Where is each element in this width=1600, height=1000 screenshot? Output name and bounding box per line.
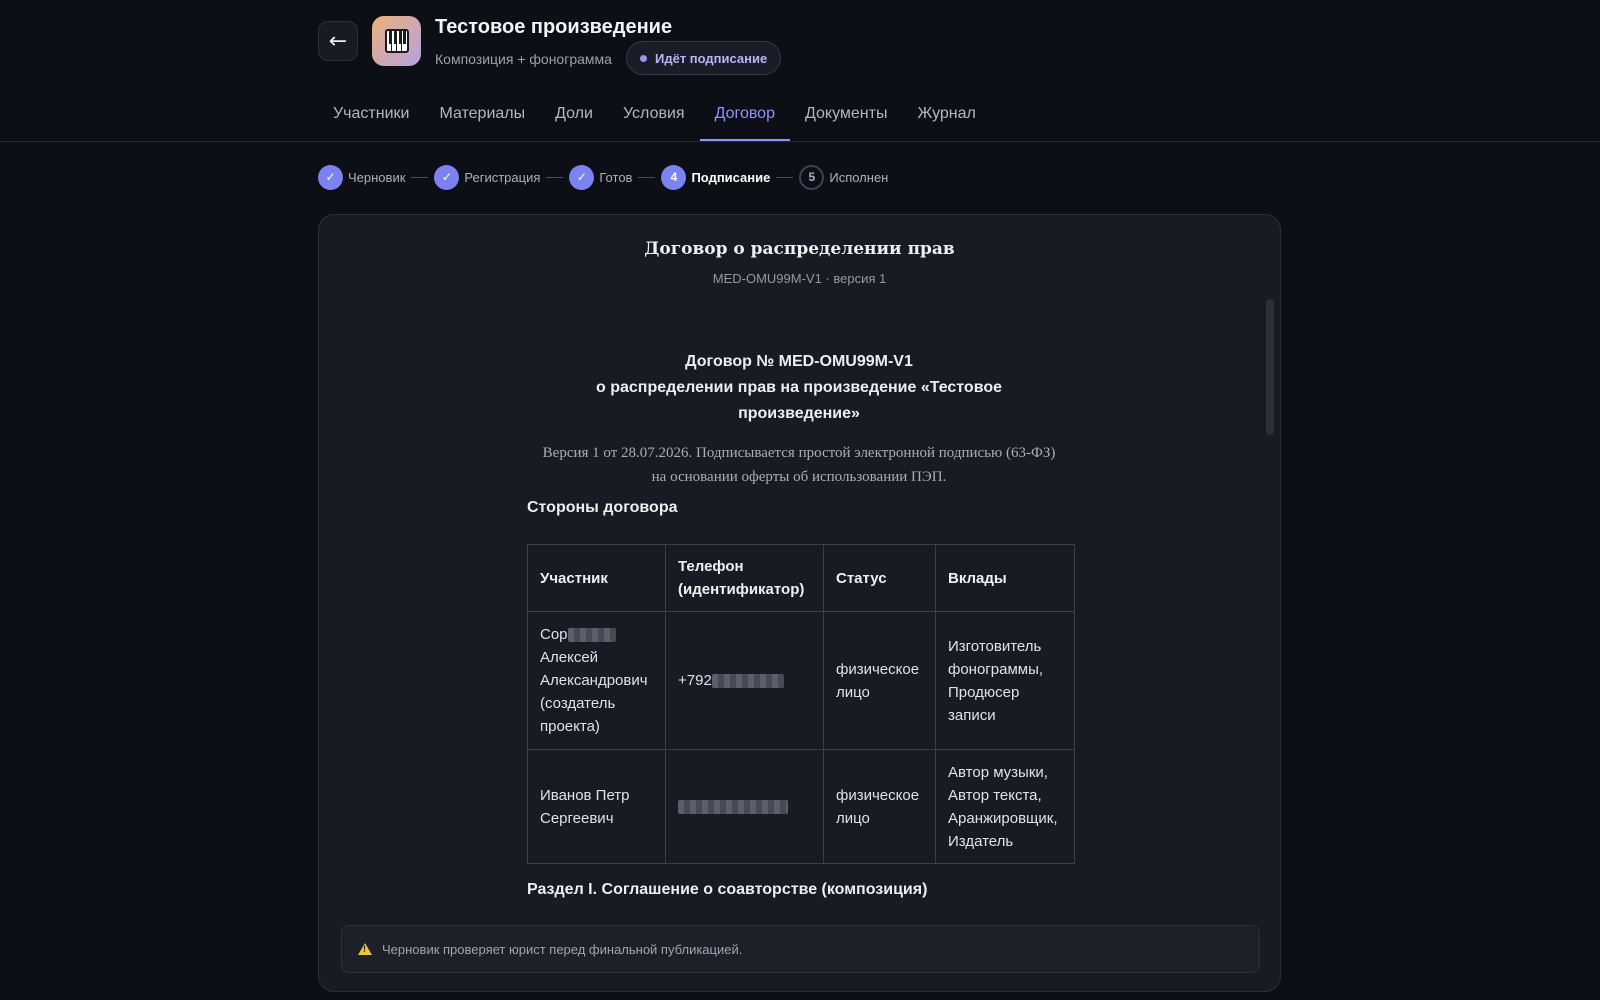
contributions-cell: Автор музыки, Автор текста, Аранжировщик… [935, 749, 1075, 864]
table-header-row: Участник Телефон (идентификатор) Статус … [527, 544, 1075, 612]
status-cell: физическое лицо [823, 611, 936, 750]
parties-heading: Стороны договора [527, 499, 678, 516]
redacted-text [711, 674, 784, 689]
tab-participants[interactable]: Участники [318, 93, 424, 141]
project-header: ← Тестовое произведение Композиция + фон… [318, 16, 1218, 76]
participant-cell: Сор Алексей Александрович (создатель про… [527, 611, 666, 750]
tab-divider [0, 141, 1600, 142]
check-icon: ✓ [434, 164, 460, 190]
contributions-cell: Изготовитель фонограммы, Продюсер записи [935, 611, 1075, 750]
document-title: Договор о распределении прав [644, 239, 955, 259]
document-version: MED-OMU99M-V1 · версия 1 [712, 271, 887, 286]
scrollbar-thumb[interactable] [1266, 299, 1274, 435]
progress-stepper: ✓ Черновик ✓ Регистрация ✓ Готов 4 Подписани… [318, 164, 888, 190]
participant-cell: Иванов Петр Сергеевич [527, 749, 666, 864]
tab-documents[interactable]: Документы [790, 93, 902, 141]
tab-contract[interactable]: Договор [699, 93, 790, 141]
step-executed: 5 Исполнен [799, 164, 888, 190]
contract-meta: Версия 1 от 28.07.2026. Подписывается пр… [542, 445, 1056, 485]
review-notice: Черновик проверяет юрист перед финальной… [341, 925, 1260, 973]
contract-heading: Договор № MED-OMU99M-V1 о распределении … [595, 353, 1002, 422]
redacted-text [567, 628, 616, 643]
redacted-text [678, 800, 788, 815]
check-icon: ✓ [569, 164, 595, 190]
tab-bar: Участники Материалы Доли Условия Договор… [318, 93, 991, 141]
section-heading: Раздел I. Соглашение о соавторстве (комп… [527, 881, 928, 898]
step-connector [411, 176, 429, 178]
parties-table: Участник Телефон (идентификатор) Статус … [527, 544, 1075, 864]
column-header: Участник [527, 544, 666, 612]
project-type: Композиция + фонограмма [435, 51, 612, 67]
tab-shares[interactable]: Доли [540, 93, 608, 141]
status-cell: физическое лицо [823, 749, 936, 864]
column-header: Телефон (идентификатор) [665, 544, 824, 612]
step-connector [776, 176, 794, 178]
step-signing: 4 Подписание [661, 164, 770, 190]
step-connector [638, 176, 656, 178]
step-number: 4 [661, 164, 687, 190]
page-title: Тестовое произведение [435, 16, 673, 38]
back-button[interactable]: ← [318, 21, 358, 61]
column-header: Статус [823, 544, 936, 612]
step-registration: ✓ Регистрация [434, 164, 540, 190]
step-draft: ✓ Черновик [318, 164, 405, 190]
check-icon: ✓ [318, 164, 343, 190]
column-header: Вклады [935, 544, 1075, 612]
tab-terms[interactable]: Условия [608, 93, 700, 141]
table-row: Иванов Петр Сергеевич физическое лицо Ав… [527, 749, 1075, 864]
tab-materials[interactable]: Материалы [424, 93, 540, 141]
contract-card: Договор о распределении прав MED-OMU99M-… [318, 214, 1281, 992]
status-dot-icon [640, 54, 647, 62]
step-connector [546, 176, 564, 178]
warning-icon [358, 943, 372, 955]
phone-cell: +792 [665, 611, 824, 750]
status-badge: Идёт подписание [626, 41, 782, 75]
arrow-left-icon: ← [328, 28, 348, 54]
phone-cell [665, 749, 824, 864]
step-number: 5 [799, 164, 825, 190]
piano-icon [372, 16, 421, 66]
step-ready: ✓ Готов [569, 164, 632, 190]
table-row: Сор Алексей Александрович (создатель про… [527, 611, 1075, 750]
tab-log[interactable]: Журнал [902, 93, 990, 141]
